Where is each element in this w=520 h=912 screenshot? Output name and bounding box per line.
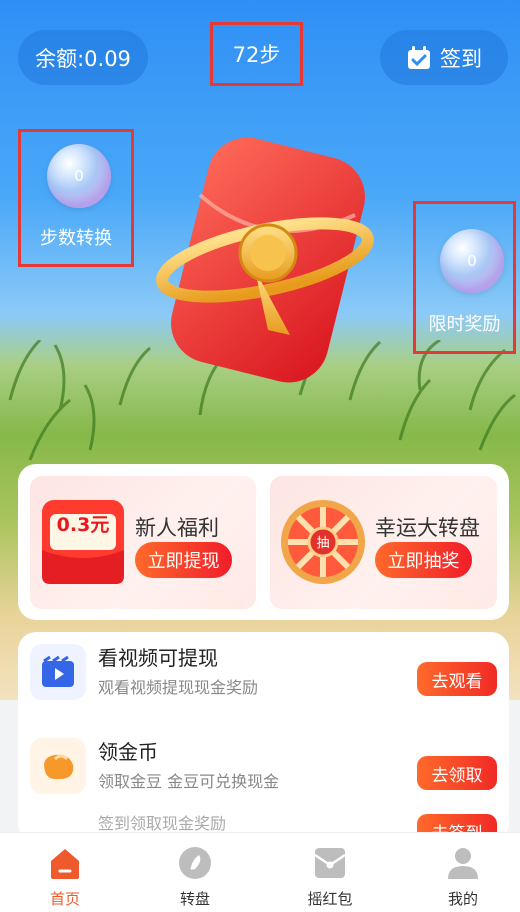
balance-pill[interactable]: 余额:0.09 <box>18 30 148 85</box>
red-packet-icon <box>314 848 346 878</box>
go-watch-button[interactable]: 去观看 <box>417 662 497 696</box>
tab-label: 首页 <box>49 890 80 908</box>
home-icon <box>51 849 79 879</box>
task-title: 领金币 <box>98 740 158 764</box>
go-collect-button[interactable]: 去领取 <box>417 756 497 790</box>
tab-profile[interactable]: 我的 <box>398 833 520 912</box>
promo-card: 0.3元 新人福利 立即提现 抽 幸运大转盘 立即抽奖 <box>18 464 509 620</box>
withdraw-now-button[interactable]: 立即提现 <box>135 542 232 578</box>
wheel-badge-text: 抽 <box>316 536 329 551</box>
task-watch-video[interactable]: 看视频可提现 观看视频提现现金奖励 去观看 <box>18 632 509 716</box>
bubble-value: 0 <box>74 167 84 185</box>
signin-button[interactable]: 签到 <box>380 30 508 85</box>
step-convert-bubble[interactable]: 0 步数转换 <box>18 129 134 267</box>
bubble-label: 限时奖励 <box>428 314 501 335</box>
limited-reward-bubble[interactable]: 0 限时奖励 <box>413 201 516 354</box>
task-collect-coins[interactable]: 领金币 领取金豆 金豆可兑换现金 去领取 <box>18 726 509 810</box>
tab-home[interactable]: 首页 <box>0 833 130 912</box>
task-subtitle: 签到领取现金奖励 <box>98 814 227 833</box>
video-play-icon <box>30 644 86 700</box>
newcomer-title: 新人福利 <box>135 516 219 540</box>
task-subtitle: 领取金豆 金豆可兑换现金 <box>98 772 280 791</box>
profile-icon <box>448 848 478 879</box>
step-count: 72步 <box>210 22 303 86</box>
bubble-icon: 0 <box>440 229 504 293</box>
calendar-check-icon <box>408 45 430 69</box>
signin-label: 签到 <box>440 46 482 71</box>
lucky-wheel-icon: 抽 <box>281 500 365 584</box>
tab-label: 转盘 <box>179 890 210 908</box>
bottom-tab-bar: 首页 转盘 摇红包 我的 <box>0 832 520 912</box>
balance-text: 余额:0.09 <box>35 46 131 71</box>
lucky-wheel-tile[interactable]: 抽 幸运大转盘 立即抽奖 <box>270 476 497 609</box>
step-count-text: 72步 <box>232 43 281 67</box>
draw-now-button[interactable]: 立即抽奖 <box>375 542 472 578</box>
bubble-icon: 0 <box>47 144 111 208</box>
bubble-value: 0 <box>467 252 477 270</box>
bubble-label: 步数转换 <box>40 228 112 249</box>
newcomer-benefit-tile[interactable]: 0.3元 新人福利 立即提现 <box>30 476 256 609</box>
gold-bean-icon <box>30 738 86 794</box>
lucky-wheel-title: 幸运大转盘 <box>375 516 480 540</box>
red-packet-illustration[interactable] <box>150 135 380 385</box>
task-list: 看视频可提现 观看视频提现现金奖励 去观看 领金币 领取金豆 金豆可兑换现金 去… <box>18 632 509 842</box>
tab-shake-red-packet[interactable]: 摇红包 <box>265 833 395 912</box>
wheel-icon <box>179 847 211 879</box>
newcomer-badge-text: 0.3元 <box>56 514 110 536</box>
task-subtitle: 观看视频提现现金奖励 <box>98 678 259 697</box>
tab-label: 摇红包 <box>307 890 353 908</box>
tab-wheel[interactable]: 转盘 <box>130 833 260 912</box>
tab-label: 我的 <box>447 890 478 908</box>
task-title: 看视频可提现 <box>98 646 218 670</box>
